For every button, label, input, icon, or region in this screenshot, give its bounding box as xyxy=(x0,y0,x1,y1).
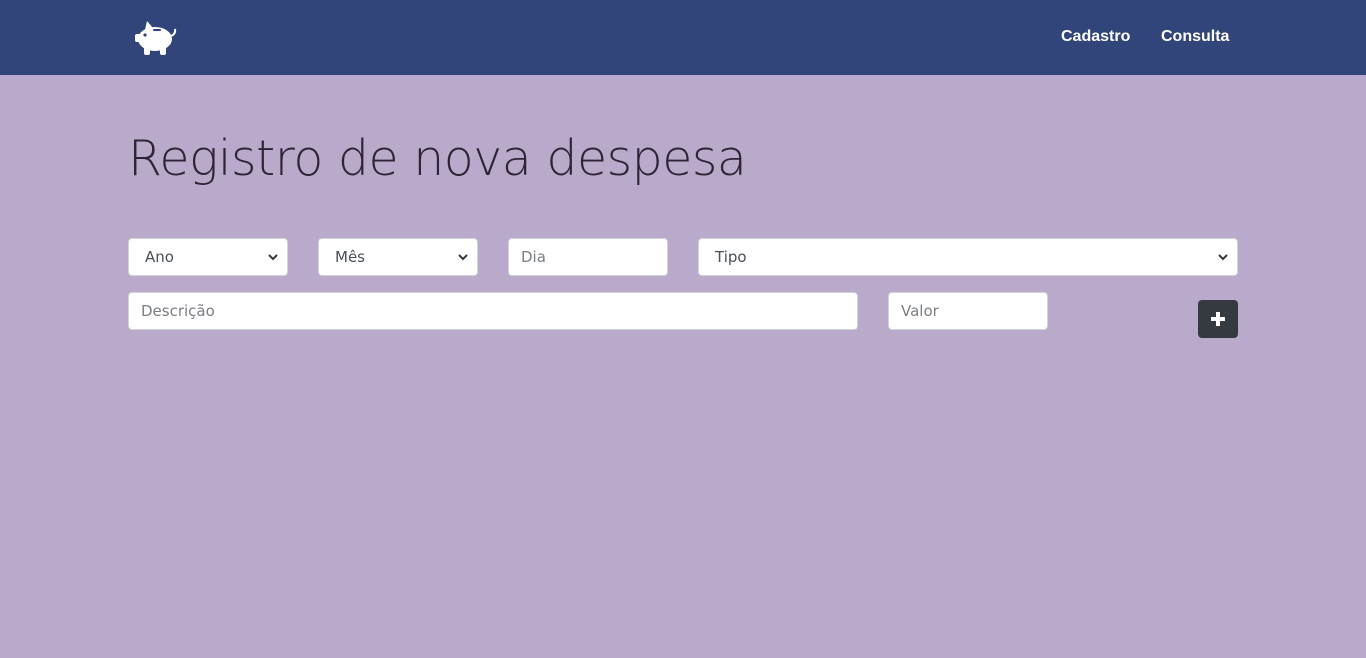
chevron-down-icon xyxy=(268,254,278,261)
ano-select[interactable]: Ano xyxy=(128,238,288,276)
brand-logo[interactable] xyxy=(133,18,177,58)
valor-input[interactable]: Valor xyxy=(888,292,1048,330)
chevron-down-icon xyxy=(458,254,468,261)
chevron-down-icon xyxy=(1218,254,1228,261)
nav-link-cadastro[interactable]: Cadastro xyxy=(1061,28,1130,46)
descricao-input[interactable]: Descrição xyxy=(128,292,858,330)
descricao-placeholder: Descrição xyxy=(141,302,215,320)
add-expense-button[interactable] xyxy=(1198,300,1238,338)
page-title: Registro de nova despesa xyxy=(128,130,747,187)
dia-placeholder: Dia xyxy=(521,248,546,266)
ano-select-value: Ano xyxy=(145,248,174,266)
dia-input[interactable]: Dia xyxy=(508,238,668,276)
mes-select[interactable]: Mês xyxy=(318,238,478,276)
valor-placeholder: Valor xyxy=(901,302,939,320)
mes-select-value: Mês xyxy=(335,248,365,266)
tipo-select[interactable]: Tipo xyxy=(698,238,1238,276)
tipo-select-value: Tipo xyxy=(715,248,747,266)
plus-icon xyxy=(1211,312,1225,326)
piggy-bank-icon xyxy=(135,21,177,55)
nav-link-consulta[interactable]: Consulta xyxy=(1161,28,1229,46)
navbar: Cadastro Consulta xyxy=(0,0,1366,75)
